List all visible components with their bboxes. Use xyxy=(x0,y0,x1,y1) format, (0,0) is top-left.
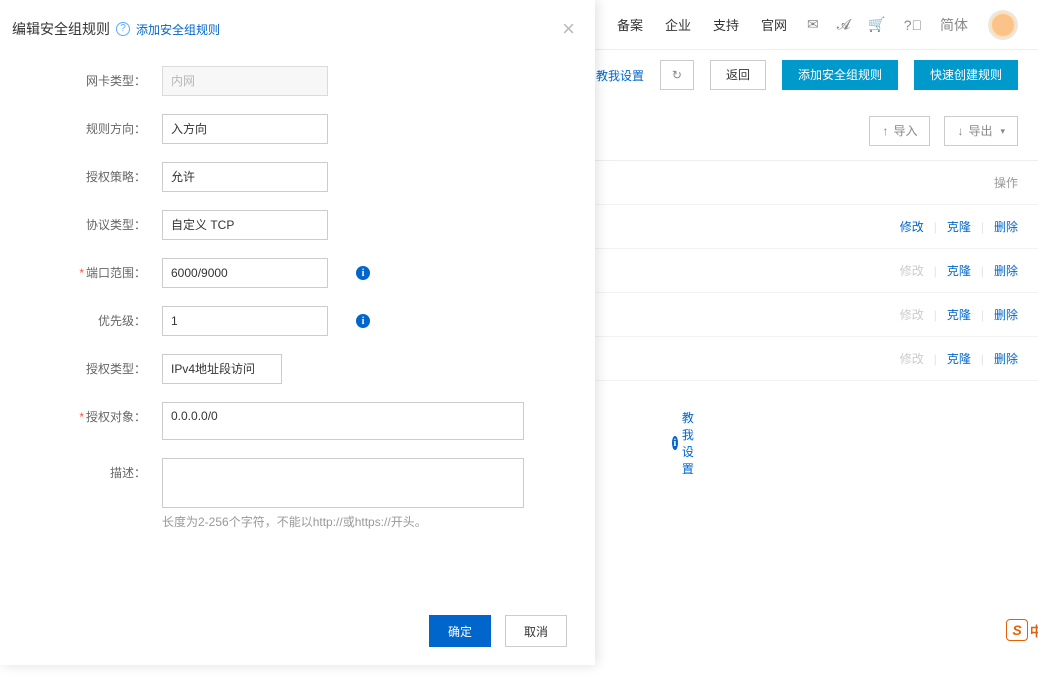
nic-select: 内网 xyxy=(162,66,328,96)
label-auth-type: 授权类型： xyxy=(20,354,162,384)
edit-link: 修改 xyxy=(900,306,924,323)
ime-badge-icon: S xyxy=(1006,619,1028,641)
nav-support[interactable]: 支持 xyxy=(713,15,739,34)
col-operations: 操作 xyxy=(838,174,1018,191)
edit-link: 修改 xyxy=(900,262,924,279)
teach-me-link-modal[interactable]: i 教我设置 xyxy=(672,409,702,477)
label-desc: 描述： xyxy=(20,458,162,488)
info-icon[interactable]: i xyxy=(356,314,370,328)
lang-switch[interactable]: 简体 xyxy=(940,15,968,35)
cart-icon[interactable]: 🛒 xyxy=(868,16,885,33)
clone-link[interactable]: 克隆 xyxy=(947,262,971,279)
description-input[interactable] xyxy=(162,458,524,508)
bell-icon[interactable]: 𝓐 xyxy=(837,16,851,33)
label-policy: 授权策略： xyxy=(20,162,162,192)
description-help-text: 长度为2-256个字符，不能以http://或https://开头。 xyxy=(162,513,427,530)
modal-add-rule-link[interactable]: 添加安全组规则 xyxy=(136,21,220,38)
question-icon[interactable]: ? xyxy=(116,22,130,36)
ime-badge-text: 中 xyxy=(1030,621,1038,640)
nav-enterprise[interactable]: 企业 xyxy=(665,15,691,34)
delete-link[interactable]: 删除 xyxy=(994,262,1018,279)
refresh-icon: ↻ xyxy=(672,68,682,82)
policy-select[interactable]: 允许 xyxy=(162,162,328,192)
cell-operations: 修改|克隆|删除 xyxy=(838,350,1018,367)
label-port: *端口范围： xyxy=(20,258,162,288)
label-nic: 网卡类型： xyxy=(20,66,162,96)
avatar[interactable] xyxy=(988,10,1018,40)
auth-type-select[interactable]: IPv4地址段访问 xyxy=(162,354,282,384)
nav-site[interactable]: 官网 xyxy=(761,15,787,34)
auth-object-input[interactable]: 0.0.0.0/0 xyxy=(162,402,524,440)
info-icon[interactable]: i xyxy=(356,266,370,280)
label-auth-obj: *授权对象： xyxy=(20,402,162,432)
teach-me-link[interactable]: 教我设置 xyxy=(596,67,644,84)
delete-link[interactable]: 删除 xyxy=(994,350,1018,367)
edit-link[interactable]: 修改 xyxy=(900,218,924,235)
clone-link[interactable]: 克隆 xyxy=(947,350,971,367)
import-button[interactable]: 导入 xyxy=(869,116,930,146)
modal-body: 网卡类型： 内网 规则方向： 入方向 授权策略： 允许 xyxy=(0,40,595,564)
label-priority: 优先级： xyxy=(20,306,162,336)
add-rule-button[interactable]: 添加安全组规则 xyxy=(782,60,898,90)
direction-select[interactable]: 入方向 xyxy=(162,114,328,144)
back-button[interactable]: 返回 xyxy=(710,60,766,90)
help-icon[interactable]: ?⃝ xyxy=(904,17,922,33)
modal-footer: 确定 取消 xyxy=(0,597,595,665)
port-range-input[interactable] xyxy=(162,258,328,288)
chevron-down-icon: ▾ xyxy=(1000,117,1005,145)
cell-operations: 修改|克隆|删除 xyxy=(838,306,1018,323)
protocol-select[interactable]: 自定义 TCP xyxy=(162,210,328,240)
nav-icp[interactable]: 备案 xyxy=(617,15,643,34)
quick-create-button[interactable]: 快速创建规则 xyxy=(914,60,1018,90)
header-icons: ✉ 𝓐 🛒 ?⃝ 简体 xyxy=(807,15,968,35)
cancel-button[interactable]: 取消 xyxy=(505,615,567,647)
clone-link[interactable]: 克隆 xyxy=(947,218,971,235)
modal-title: 编辑安全组规则 ? 添加安全组规则 xyxy=(12,19,220,39)
info-icon: i xyxy=(672,436,678,450)
delete-link[interactable]: 删除 xyxy=(994,306,1018,323)
ime-badge: S 中 xyxy=(1006,619,1038,641)
close-icon[interactable]: × xyxy=(562,18,575,40)
refresh-button[interactable]: ↻ xyxy=(660,60,694,90)
priority-input[interactable] xyxy=(162,306,328,336)
clone-link[interactable]: 克隆 xyxy=(947,306,971,323)
upload-icon xyxy=(882,117,888,145)
modal-header: 编辑安全组规则 ? 添加安全组规则 × xyxy=(0,0,595,40)
label-protocol: 协议类型： xyxy=(20,210,162,240)
label-direction: 规则方向： xyxy=(20,114,162,144)
cell-operations: 修改|克隆|删除 xyxy=(838,218,1018,235)
export-button[interactable]: 导出 ▾ xyxy=(944,116,1018,146)
delete-link[interactable]: 删除 xyxy=(994,218,1018,235)
download-icon xyxy=(957,117,963,145)
message-icon[interactable]: ✉ xyxy=(807,16,819,33)
edit-rule-modal: 编辑安全组规则 ? 添加安全组规则 × 网卡类型： 内网 规则方向： 入方向 授… xyxy=(0,0,595,665)
edit-link: 修改 xyxy=(900,350,924,367)
ok-button[interactable]: 确定 xyxy=(429,615,491,647)
cell-operations: 修改|克隆|删除 xyxy=(838,262,1018,279)
